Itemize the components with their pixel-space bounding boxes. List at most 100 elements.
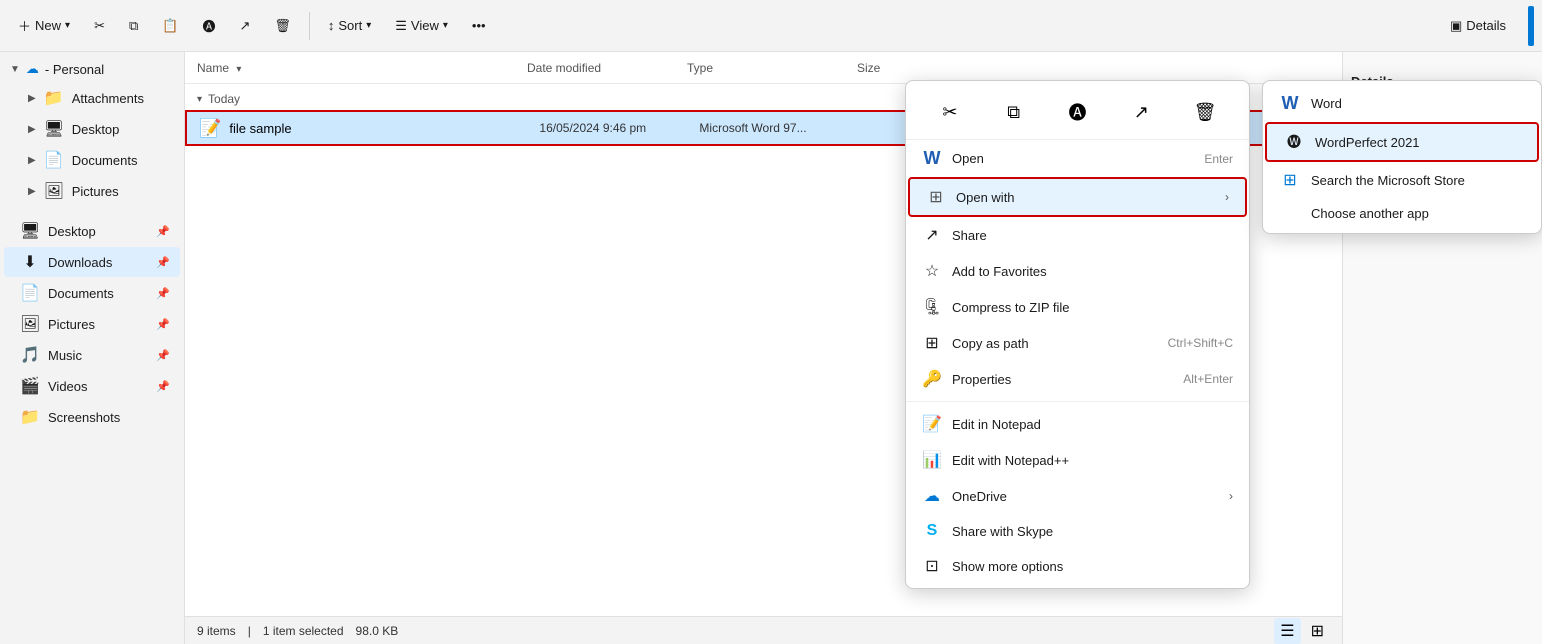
sidebar-item-desktop[interactable]: 🖥 Desktop 📌 <box>4 216 180 246</box>
share-icon: ↗ <box>239 18 250 34</box>
wordperfect-icon: 🅦 <box>1283 132 1305 152</box>
desktop-tree-icon: 🖥 <box>44 119 64 139</box>
pin-icon: 📌 <box>156 349 170 362</box>
col-type-header[interactable]: Type <box>687 61 857 75</box>
ctx-show-more[interactable]: ⊡ Show more options <box>906 548 1249 584</box>
sidebar-item-attachments[interactable]: ▶ 📁 Attachments <box>4 83 180 113</box>
sort-icon: ↕ <box>328 18 335 33</box>
ctx-open-with[interactable]: ⊞ Open with › <box>908 177 1247 217</box>
sidebar-item-label: Documents <box>48 286 114 301</box>
items-count: 9 items <box>197 624 236 638</box>
ctx-more-icon: ⊡ <box>922 556 942 576</box>
sidebar-item-label: Documents <box>72 153 138 168</box>
sidebar-item-label: Desktop <box>48 224 96 239</box>
context-menu-icons-row: ✂ ⧉ 🅐 ↗ 🗑 <box>906 85 1249 140</box>
view-button[interactable]: ☰ View ▾ <box>385 13 458 39</box>
ctx-copy-button[interactable]: ⧉ <box>995 93 1033 131</box>
active-indicator <box>1528 6 1534 46</box>
view-chevron-icon: ▾ <box>443 20 448 31</box>
ctx-share-button[interactable]: ↗ <box>1122 93 1160 131</box>
sidebar-item-label: Downloads <box>48 255 112 270</box>
ctx-share-label: Share <box>952 228 987 243</box>
delete-button[interactable]: 🗑 <box>264 13 301 39</box>
pin-icon: 📌 <box>156 318 170 331</box>
grid-view-button[interactable]: ⊞ <box>1305 618 1330 644</box>
ctx-edit-notepad[interactable]: 📝 Edit in Notepad <box>906 406 1249 442</box>
ctx-cut-button[interactable]: ✂ <box>931 93 969 131</box>
ctx-favorites-icon: ☆ <box>922 261 942 281</box>
toolbar: ＋ New ▾ ✂ ⧉ 📋 🅐 ↗ 🗑 ↕ Sort ▾ ☰ View ▾ ••… <box>0 0 1542 52</box>
share-button[interactable]: ↗ <box>229 13 260 39</box>
ctx-share[interactable]: ↗ Share <box>906 217 1249 253</box>
ctx-copypath-label: Copy as path <box>952 336 1029 351</box>
sidebar-item-label: Videos <box>48 379 88 394</box>
sidebar-item-pictures[interactable]: 🖼 Pictures 📌 <box>4 309 180 339</box>
group-expand-icon: ▾ <box>197 94 202 105</box>
ctx-onedrive[interactable]: ☁ OneDrive › <box>906 478 1249 514</box>
ctx-separator-1 <box>906 401 1249 402</box>
sidebar-top-item[interactable]: ▼ ☁ - Personal <box>0 56 184 82</box>
ctx-notepadpp-icon: 📊 <box>922 450 942 470</box>
col-name-header[interactable]: Name ▾ <box>197 61 527 75</box>
list-view-button[interactable]: ☰ <box>1274 618 1300 644</box>
ctx-add-favorites[interactable]: ☆ Add to Favorites <box>906 253 1249 289</box>
more-button[interactable]: ••• <box>462 13 496 38</box>
sort-button[interactable]: ↕ Sort ▾ <box>318 13 381 38</box>
sidebar-item-documents-tree[interactable]: ▶ 📄 Documents <box>4 145 180 175</box>
ctx-properties-icon: 🔑 <box>922 369 942 389</box>
ctx-compress-label: Compress to ZIP file <box>952 300 1070 315</box>
sort-chevron-icon: ▾ <box>236 64 241 75</box>
copy-button[interactable]: ⧉ <box>119 13 148 39</box>
sidebar: ▼ ☁ - Personal ▶ 📁 Attachments ▶ 🖥 Deskt… <box>0 52 185 644</box>
col-size-header[interactable]: Size <box>857 61 937 75</box>
ctx-notepad-label: Edit in Notepad <box>952 417 1041 432</box>
sidebar-item-desktop-tree[interactable]: ▶ 🖥 Desktop <box>4 114 180 144</box>
sidebar-item-videos[interactable]: 🎬 Videos 📌 <box>4 371 180 401</box>
file-icon: 📝 <box>199 118 221 139</box>
ctx-properties-label: Properties <box>952 372 1011 387</box>
ctx-open[interactable]: W Open Enter <box>906 140 1249 177</box>
ctx-rename-button[interactable]: 🅐 <box>1058 93 1096 131</box>
sidebar-item-downloads[interactable]: ⬇ Downloads 📌 <box>4 247 180 277</box>
ctx-favorites-label: Add to Favorites <box>952 264 1047 279</box>
paste-button[interactable]: 📋 <box>152 13 188 39</box>
pin-icon: 📌 <box>156 380 170 393</box>
expand-icon: ▶ <box>28 155 36 166</box>
details-label: Details <box>1466 18 1506 33</box>
documents-tree-icon: 📄 <box>44 150 64 170</box>
ctx-properties[interactable]: 🔑 Properties Alt+Enter <box>906 361 1249 397</box>
cut-button[interactable]: ✂ <box>84 13 115 39</box>
screenshots-icon: 📁 <box>20 407 40 427</box>
ctx-edit-notepadpp[interactable]: 📊 Edit with Notepad++ <box>906 442 1249 478</box>
ctx-onedrive-icon: ☁ <box>922 486 942 506</box>
sidebar-item-screenshots[interactable]: 📁 Screenshots <box>4 402 180 432</box>
ctx-openwith-label: Open with <box>956 190 1015 205</box>
statusbar: 9 items | 1 item selected 98.0 KB ☰ ⊞ <box>185 616 1342 644</box>
rename-button[interactable]: 🅐 <box>192 11 225 40</box>
ctx-openwith-icon: ⊞ <box>926 187 946 207</box>
ctx-share-skype[interactable]: S Share with Skype <box>906 514 1249 548</box>
sidebar-item-music[interactable]: 🎵 Music 📌 <box>4 340 180 370</box>
details-icon: ▣ <box>1450 18 1462 34</box>
cloud-icon: ☁ <box>26 61 39 77</box>
col-date-header[interactable]: Date modified <box>527 61 687 75</box>
ctx-copy-path[interactable]: ⊞ Copy as path Ctrl+Shift+C <box>906 325 1249 361</box>
submenu-wordperfect[interactable]: 🅦 WordPerfect 2021 <box>1265 122 1539 162</box>
submenu-another-app[interactable]: Choose another app <box>1263 198 1541 229</box>
sidebar-item-pictures-tree[interactable]: ▶ 🖼 Pictures <box>4 176 180 206</box>
pin-icon: 📌 <box>156 287 170 300</box>
sidebar-item-label: Pictures <box>72 184 119 199</box>
new-button[interactable]: ＋ New ▾ <box>8 11 80 40</box>
details-button[interactable]: ▣ Details <box>1440 13 1516 39</box>
ctx-open-label: Open <box>952 151 984 166</box>
sidebar-item-documents[interactable]: 📄 Documents 📌 <box>4 278 180 308</box>
ctx-compress[interactable]: 🗜 Compress to ZIP file <box>906 289 1249 325</box>
submenu-word[interactable]: W Word <box>1263 85 1541 122</box>
expand-arrow-icon: ▼ <box>10 64 20 75</box>
sidebar-item-label: Attachments <box>72 91 144 106</box>
videos-icon: 🎬 <box>20 376 40 396</box>
ctx-notepadpp-label: Edit with Notepad++ <box>952 453 1069 468</box>
ctx-delete-button[interactable]: 🗑 <box>1186 93 1224 131</box>
submenu: W Word 🅦 WordPerfect 2021 ⊞ Search the M… <box>1262 80 1542 234</box>
submenu-store[interactable]: ⊞ Search the Microsoft Store <box>1263 162 1541 198</box>
